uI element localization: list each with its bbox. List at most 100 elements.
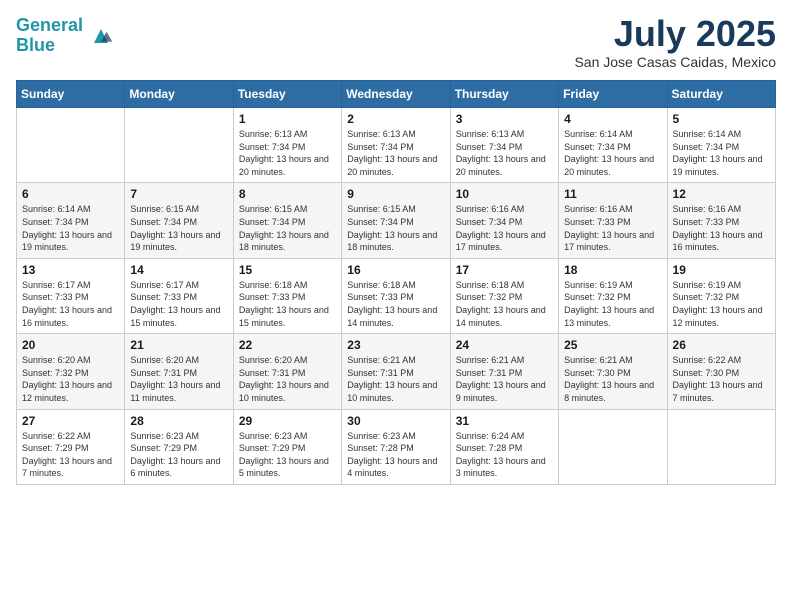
logo: General Blue [16,16,115,56]
day-info: Sunrise: 6:14 AM Sunset: 7:34 PM Dayligh… [22,203,119,253]
day-info: Sunrise: 6:21 AM Sunset: 7:30 PM Dayligh… [564,354,661,404]
day-info: Sunrise: 6:23 AM Sunset: 7:28 PM Dayligh… [347,430,444,480]
logo-text: General Blue [16,16,83,56]
weekday-header-sunday: Sunday [17,81,125,108]
calendar-cell: 10 Sunrise: 6:16 AM Sunset: 7:34 PM Dayli… [450,183,558,258]
day-number: 15 [239,263,336,277]
day-number: 12 [673,187,770,201]
calendar-cell: 25 Sunrise: 6:21 AM Sunset: 7:30 PM Dayli… [559,334,667,409]
day-number: 28 [130,414,227,428]
weekday-header-friday: Friday [559,81,667,108]
calendar-cell: 30 Sunrise: 6:23 AM Sunset: 7:28 PM Dayli… [342,409,450,484]
calendar-cell: 27Sunrise: 6:22 AM Sunset: 7:29 PM Dayli… [17,409,125,484]
day-info: Sunrise: 6:16 AM Sunset: 7:33 PM Dayligh… [564,203,661,253]
day-number: 24 [456,338,553,352]
calendar-cell: 31 Sunrise: 6:24 AM Sunset: 7:28 PM Dayli… [450,409,558,484]
day-number: 20 [22,338,119,352]
day-info: Sunrise: 6:22 AM Sunset: 7:30 PM Dayligh… [673,354,770,404]
day-info: Sunrise: 6:16 AM Sunset: 7:34 PM Dayligh… [456,203,553,253]
day-number: 22 [239,338,336,352]
day-info: Sunrise: 6:13 AM Sunset: 7:34 PM Dayligh… [239,128,336,178]
day-info: Sunrise: 6:20 AM Sunset: 7:31 PM Dayligh… [239,354,336,404]
day-number: 29 [239,414,336,428]
week-row-4: 20 Sunrise: 6:20 AM Sunset: 7:32 PM Dayli… [17,334,776,409]
calendar-cell: 13Sunrise: 6:17 AM Sunset: 7:33 PM Dayli… [17,258,125,333]
calendar-cell: 20 Sunrise: 6:20 AM Sunset: 7:32 PM Dayli… [17,334,125,409]
day-info: Sunrise: 6:24 AM Sunset: 7:28 PM Dayligh… [456,430,553,480]
day-info: Sunrise: 6:19 AM Sunset: 7:32 PM Dayligh… [564,279,661,329]
day-number: 10 [456,187,553,201]
weekday-header-saturday: Saturday [667,81,775,108]
calendar-cell: 21 Sunrise: 6:20 AM Sunset: 7:31 PM Dayli… [125,334,233,409]
day-info: Sunrise: 6:23 AM Sunset: 7:29 PM Dayligh… [239,430,336,480]
day-info: Sunrise: 6:18 AM Sunset: 7:33 PM Dayligh… [239,279,336,329]
calendar-cell [559,409,667,484]
calendar-cell: 12Sunrise: 6:16 AM Sunset: 7:33 PM Dayli… [667,183,775,258]
day-number: 21 [130,338,227,352]
weekday-header-tuesday: Tuesday [233,81,341,108]
calendar-cell: 5 Sunrise: 6:14 AM Sunset: 7:34 PM Daylig… [667,108,775,183]
week-row-1: 1 Sunrise: 6:13 AM Sunset: 7:34 PM Daylig… [17,108,776,183]
day-number: 4 [564,112,661,126]
day-info: Sunrise: 6:20 AM Sunset: 7:31 PM Dayligh… [130,354,227,404]
day-number: 18 [564,263,661,277]
calendar-cell: 22 Sunrise: 6:20 AM Sunset: 7:31 PM Dayli… [233,334,341,409]
day-info: Sunrise: 6:18 AM Sunset: 7:32 PM Dayligh… [456,279,553,329]
day-info: Sunrise: 6:15 AM Sunset: 7:34 PM Dayligh… [130,203,227,253]
day-number: 1 [239,112,336,126]
day-info: Sunrise: 6:15 AM Sunset: 7:34 PM Dayligh… [239,203,336,253]
day-info: Sunrise: 6:14 AM Sunset: 7:34 PM Dayligh… [673,128,770,178]
calendar-cell [17,108,125,183]
day-number: 19 [673,263,770,277]
calendar-cell: 16 Sunrise: 6:18 AM Sunset: 7:33 PM Dayli… [342,258,450,333]
day-info: Sunrise: 6:21 AM Sunset: 7:31 PM Dayligh… [456,354,553,404]
day-number: 25 [564,338,661,352]
calendar-cell: 2Sunrise: 6:13 AM Sunset: 7:34 PM Daylig… [342,108,450,183]
calendar-cell: 11 Sunrise: 6:16 AM Sunset: 7:33 PM Dayli… [559,183,667,258]
calendar-cell: 4Sunrise: 6:14 AM Sunset: 7:34 PM Daylig… [559,108,667,183]
location-title: San Jose Casas Caidas, Mexico [574,54,776,70]
day-info: Sunrise: 6:23 AM Sunset: 7:29 PM Dayligh… [130,430,227,480]
calendar-cell: 15 Sunrise: 6:18 AM Sunset: 7:33 PM Dayli… [233,258,341,333]
day-info: Sunrise: 6:13 AM Sunset: 7:34 PM Dayligh… [456,128,553,178]
day-info: Sunrise: 6:21 AM Sunset: 7:31 PM Dayligh… [347,354,444,404]
calendar-cell: 9Sunrise: 6:15 AM Sunset: 7:34 PM Daylig… [342,183,450,258]
logo-icon [87,22,115,50]
weekday-header-monday: Monday [125,81,233,108]
calendar-cell: 28 Sunrise: 6:23 AM Sunset: 7:29 PM Dayli… [125,409,233,484]
calendar-cell: 17 Sunrise: 6:18 AM Sunset: 7:32 PM Dayli… [450,258,558,333]
day-number: 2 [347,112,444,126]
calendar-cell: 18 Sunrise: 6:19 AM Sunset: 7:32 PM Dayli… [559,258,667,333]
day-info: Sunrise: 6:20 AM Sunset: 7:32 PM Dayligh… [22,354,119,404]
day-number: 16 [347,263,444,277]
day-number: 31 [456,414,553,428]
day-info: Sunrise: 6:18 AM Sunset: 7:33 PM Dayligh… [347,279,444,329]
week-row-3: 13Sunrise: 6:17 AM Sunset: 7:33 PM Dayli… [17,258,776,333]
calendar-cell: 14 Sunrise: 6:17 AM Sunset: 7:33 PM Dayli… [125,258,233,333]
day-info: Sunrise: 6:19 AM Sunset: 7:32 PM Dayligh… [673,279,770,329]
day-info: Sunrise: 6:17 AM Sunset: 7:33 PM Dayligh… [130,279,227,329]
day-info: Sunrise: 6:15 AM Sunset: 7:34 PM Dayligh… [347,203,444,253]
calendar-cell: 1 Sunrise: 6:13 AM Sunset: 7:34 PM Daylig… [233,108,341,183]
day-number: 17 [456,263,553,277]
day-number: 8 [239,187,336,201]
calendar-cell [125,108,233,183]
weekday-header-thursday: Thursday [450,81,558,108]
calendar-cell: 23 Sunrise: 6:21 AM Sunset: 7:31 PM Dayli… [342,334,450,409]
calendar-cell [667,409,775,484]
page-header: General Blue July 2025 San Jose Casas Ca… [16,16,776,70]
day-number: 23 [347,338,444,352]
day-number: 30 [347,414,444,428]
calendar-table: SundayMondayTuesdayWednesdayThursdayFrid… [16,80,776,485]
week-row-2: 6Sunrise: 6:14 AM Sunset: 7:34 PM Daylig… [17,183,776,258]
day-number: 5 [673,112,770,126]
calendar-cell: 6Sunrise: 6:14 AM Sunset: 7:34 PM Daylig… [17,183,125,258]
title-block: July 2025 San Jose Casas Caidas, Mexico [574,16,776,70]
day-number: 14 [130,263,227,277]
day-number: 11 [564,187,661,201]
day-info: Sunrise: 6:22 AM Sunset: 7:29 PM Dayligh… [22,430,119,480]
day-info: Sunrise: 6:17 AM Sunset: 7:33 PM Dayligh… [22,279,119,329]
month-title: July 2025 [574,16,776,52]
week-row-5: 27Sunrise: 6:22 AM Sunset: 7:29 PM Dayli… [17,409,776,484]
calendar-cell: 3Sunrise: 6:13 AM Sunset: 7:34 PM Daylig… [450,108,558,183]
